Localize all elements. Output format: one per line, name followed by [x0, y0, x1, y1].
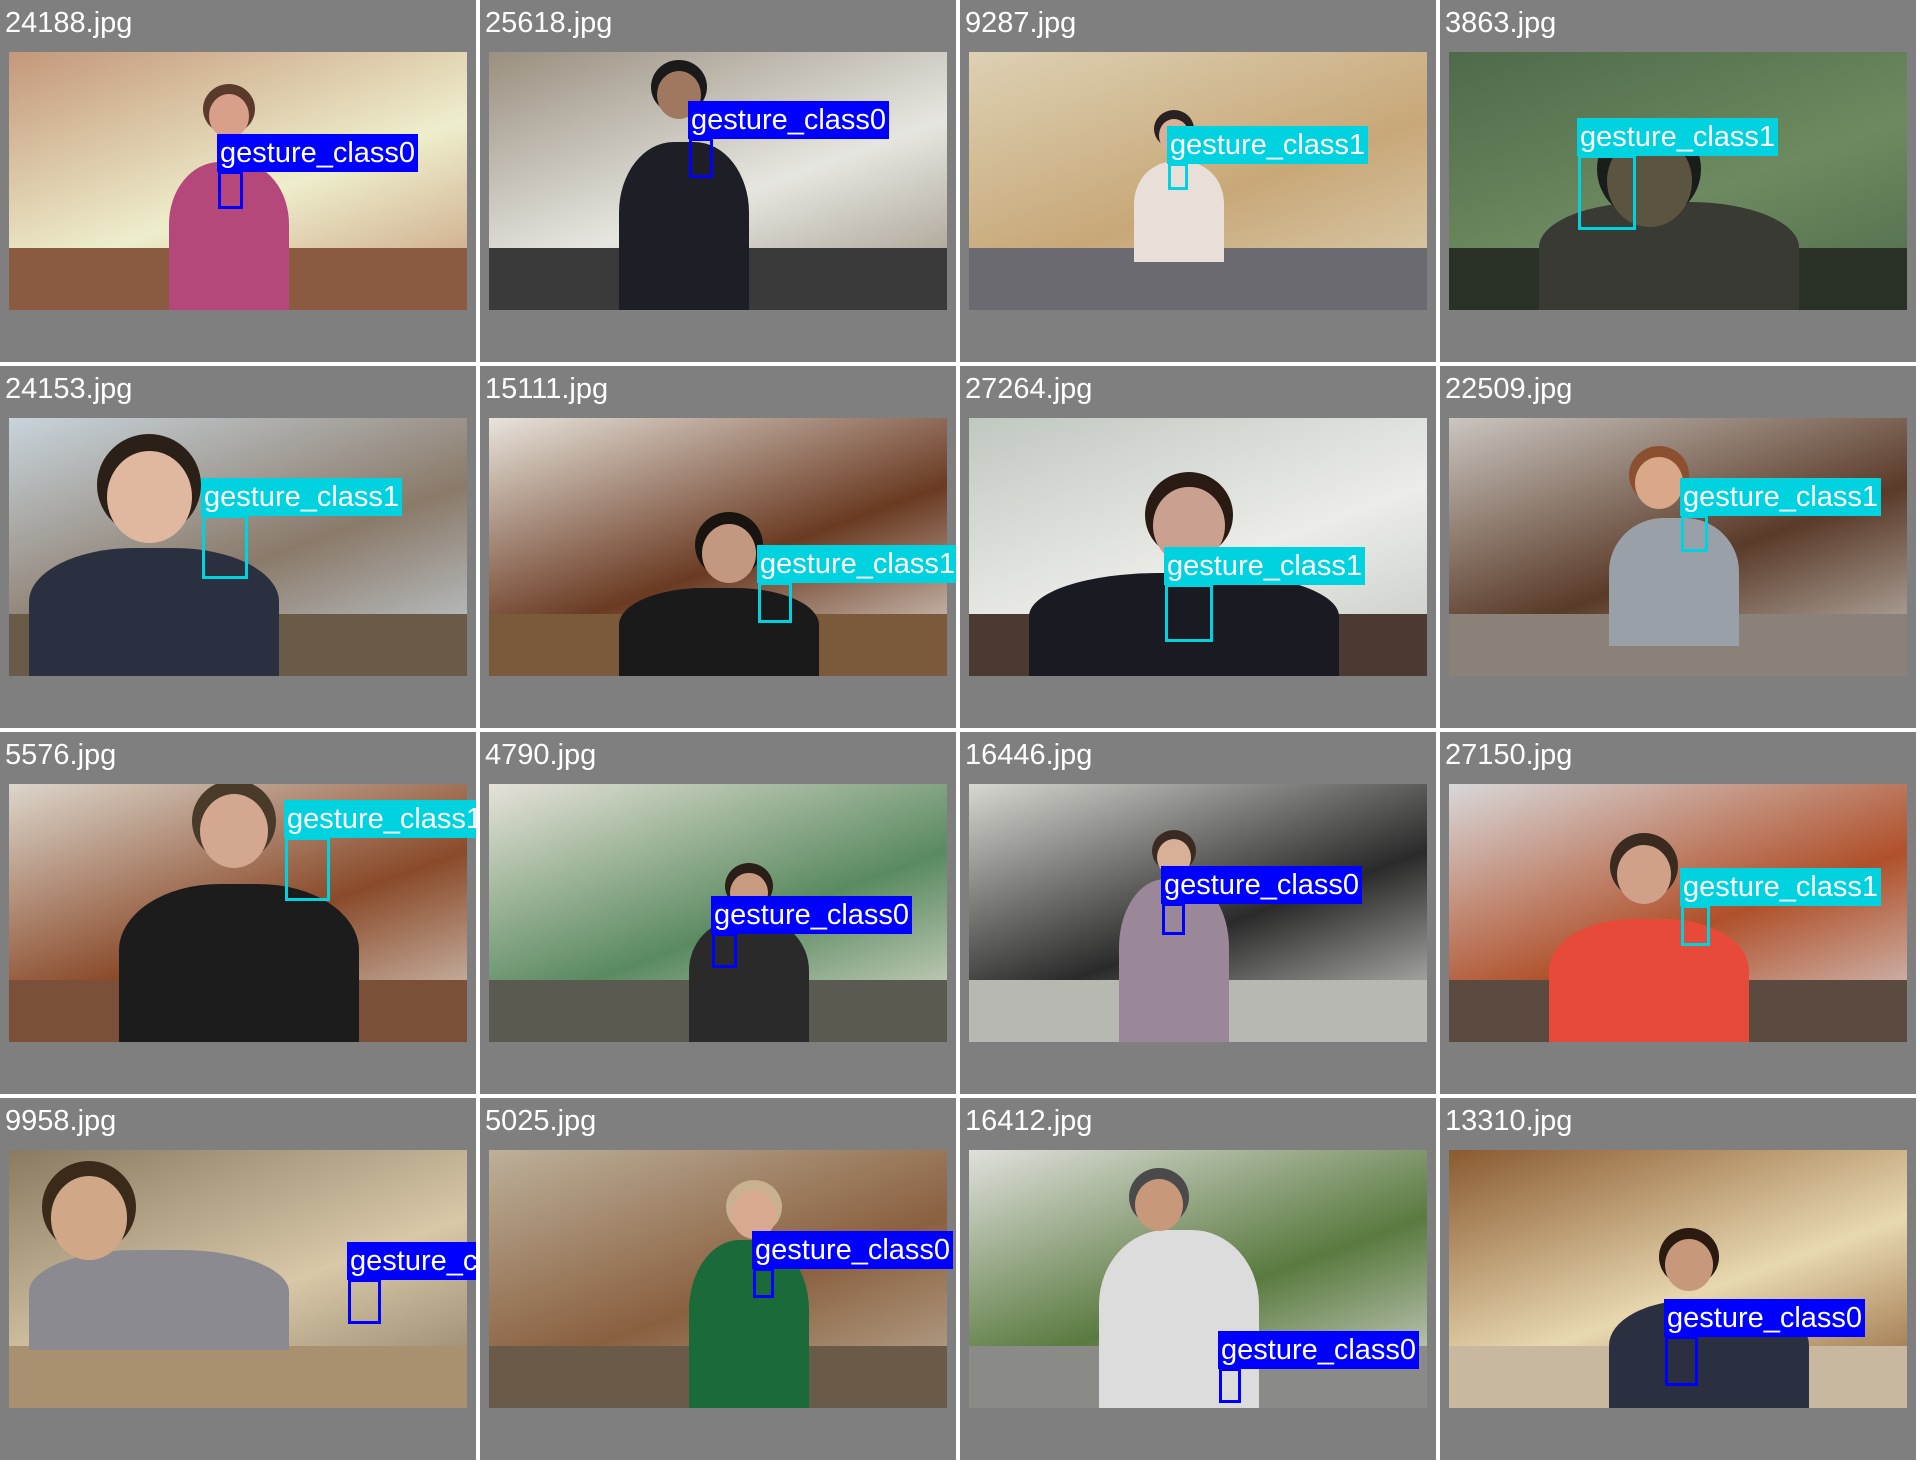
photo-floor [9, 1346, 467, 1408]
image-tile: 22509.jpg gesture_class1 [1440, 366, 1916, 728]
bounding-box [1219, 1368, 1241, 1403]
person-head [701, 524, 757, 584]
photo [969, 784, 1427, 1042]
person-body [29, 1250, 289, 1350]
detection-label: gesture_class0 [711, 896, 913, 934]
detection-label: gesture_class1 [1680, 868, 1882, 906]
bounding-box [758, 582, 792, 623]
image-filename: 27150.jpg [1445, 739, 1573, 771]
image-filename: 24188.jpg [5, 7, 133, 39]
image-tile: 15111.jpg gesture_class1 [480, 366, 956, 728]
image-tile: 5025.jpg gesture_class0 [480, 1098, 956, 1460]
image-tile: 3863.jpg gesture_class1 [1440, 0, 1916, 362]
image-filename: 3863.jpg [1445, 7, 1557, 39]
detection-label: gesture_class1 [1577, 118, 1779, 156]
photo [969, 1150, 1427, 1408]
detection-label: gesture_class1 [284, 800, 476, 838]
detection-label: gesture_class0 [1664, 1299, 1866, 1337]
person-body [119, 884, 359, 1042]
detection-label: gesture_class1 [1164, 547, 1366, 585]
image-filename: 15111.jpg [485, 373, 609, 405]
bounding-box [1578, 155, 1636, 230]
bounding-box [218, 171, 243, 209]
bounding-box [202, 515, 248, 579]
image-filename: 16446.jpg [965, 739, 1093, 771]
image-tile: 13310.jpg gesture_class0 [1440, 1098, 1916, 1460]
photo [489, 52, 947, 310]
image-tile: 16446.jpg gesture_class0 [960, 732, 1436, 1094]
person-head [106, 450, 192, 543]
detection-label: gesture_class1 [1680, 478, 1882, 516]
photo [969, 52, 1427, 310]
image-filename: 16412.jpg [965, 1105, 1093, 1137]
person-head [50, 1176, 128, 1260]
photo [1449, 784, 1907, 1042]
detection-label: gesture_class0 [347, 1242, 476, 1280]
photo [1449, 418, 1907, 676]
bounding-box [1665, 1336, 1698, 1386]
bounding-box [1681, 905, 1710, 946]
person-body [689, 919, 809, 1042]
bounding-box [1681, 515, 1708, 552]
image-tile: 4790.jpg gesture_class0 [480, 732, 956, 1094]
bounding-box [1168, 163, 1188, 190]
photo [1449, 52, 1907, 310]
image-tile: 25618.jpg gesture_class0 [480, 0, 956, 362]
detection-label: gesture_class0 [217, 134, 419, 172]
image-tile: 27150.jpg gesture_class1 [1440, 732, 1916, 1094]
bounding-box [348, 1279, 381, 1324]
bounding-box [689, 138, 713, 178]
detection-label: gesture_class1 [757, 545, 956, 583]
image-filename: 5025.jpg [485, 1105, 597, 1137]
image-tile: 24153.jpg gesture_class1 [0, 366, 476, 728]
image-tile: 5576.jpg gesture_class1 [0, 732, 476, 1094]
image-tile: 24188.jpg gesture_class0 [0, 0, 476, 362]
person-body [619, 142, 749, 310]
detection-grid: 24188.jpg gesture_class0 25618.jpg gesture_… [0, 0, 1920, 1464]
detection-label: gesture_class1 [1167, 126, 1369, 164]
image-filename: 13310.jpg [1445, 1105, 1573, 1137]
person-head [1635, 457, 1683, 509]
bounding-box [712, 933, 737, 968]
bounding-box [285, 837, 330, 901]
detection-label: gesture_class0 [688, 101, 890, 139]
person-body [1549, 919, 1749, 1042]
photo [489, 1150, 947, 1408]
bounding-box [1162, 903, 1185, 935]
image-filename: 27264.jpg [965, 373, 1093, 405]
person-body [1609, 518, 1739, 646]
image-tile: 27264.jpg gesture_class1 [960, 366, 1436, 728]
image-filename: 9958.jpg [5, 1105, 117, 1137]
image-filename: 4790.jpg [485, 739, 597, 771]
detection-label: gesture_class1 [201, 478, 403, 516]
detection-label: gesture_class0 [1161, 866, 1363, 904]
image-filename: 24153.jpg [5, 373, 133, 405]
person-head [1665, 1239, 1713, 1291]
person-head [200, 794, 268, 868]
image-tile: 9287.jpg gesture_class1 [960, 0, 1436, 362]
image-tile: 16412.jpg gesture_class0 [960, 1098, 1436, 1460]
detection-label: gesture_class0 [752, 1231, 954, 1269]
person-head [1135, 1179, 1183, 1231]
person-head [1616, 845, 1672, 905]
image-filename: 25618.jpg [485, 7, 613, 39]
bounding-box [1165, 584, 1213, 642]
image-filename: 22509.jpg [1445, 373, 1573, 405]
image-tile: 9958.jpg gesture_class0 [0, 1098, 476, 1460]
image-filename: 5576.jpg [5, 739, 117, 771]
bounding-box [753, 1268, 774, 1298]
image-filename: 9287.jpg [965, 7, 1077, 39]
detection-label: gesture_class0 [1218, 1331, 1420, 1369]
